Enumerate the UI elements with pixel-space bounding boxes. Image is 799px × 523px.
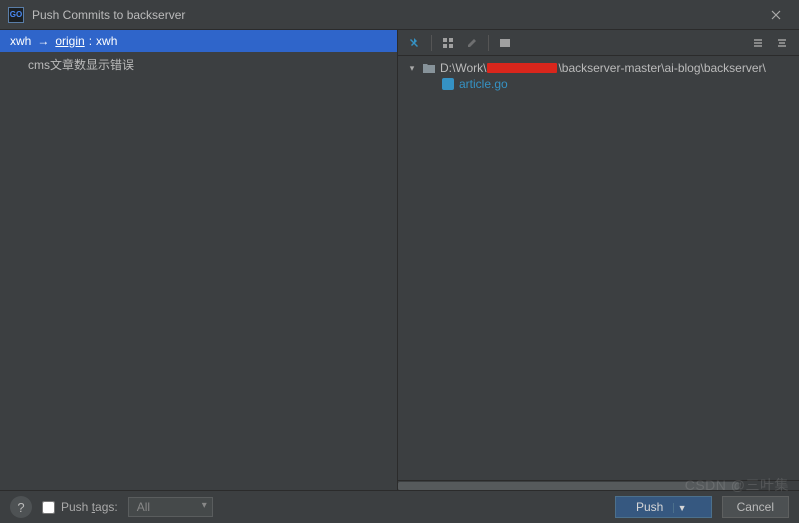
commits-panel: xwh → origin : xwh cms文章数显示错误: [0, 30, 398, 490]
remote-branch: xwh: [96, 34, 117, 48]
horizontal-scrollbar[interactable]: [398, 480, 799, 490]
edit-icon: [466, 37, 478, 49]
push-tags-label: Push tags:: [61, 500, 118, 514]
file-name: article.go: [459, 77, 508, 91]
path-prefix: D:\Work\: [440, 61, 486, 75]
pin-icon: [409, 37, 421, 49]
push-tags-checkbox[interactable]: Push tags:: [42, 500, 118, 514]
content-area: xwh → origin : xwh cms文章数显示错误: [0, 30, 799, 490]
collapse-all-button[interactable]: [771, 32, 793, 54]
group-button[interactable]: [437, 32, 459, 54]
file-tree[interactable]: ▾ D:\Work\ \backserver-master\ai-blog\ba…: [398, 56, 799, 480]
push-button[interactable]: Push ▼: [615, 496, 712, 518]
window-title: Push Commits to backserver: [32, 8, 761, 22]
edit-button[interactable]: [461, 32, 483, 54]
push-button-label: Push: [636, 500, 663, 514]
arrow-icon: →: [37, 34, 49, 48]
toolbar-separator: [431, 35, 432, 51]
files-toolbar: [398, 30, 799, 56]
title-bar: GO Push Commits to backserver: [0, 0, 799, 30]
help-button[interactable]: ?: [10, 496, 32, 518]
push-dropdown-arrow[interactable]: ▼: [673, 503, 691, 513]
colon: :: [89, 34, 92, 48]
preview-icon: [499, 37, 511, 49]
preview-button[interactable]: [494, 32, 516, 54]
remote-name[interactable]: origin: [55, 34, 84, 48]
tree-folder-row[interactable]: ▾ D:\Work\ \backserver-master\ai-blog\ba…: [406, 60, 791, 76]
files-panel: ▾ D:\Work\ \backserver-master\ai-blog\ba…: [398, 30, 799, 490]
expand-icon: [752, 37, 764, 49]
redacted-segment: [487, 63, 557, 73]
footer: ? Push tags: All Push ▼ Cancel: [0, 490, 799, 523]
branch-row[interactable]: xwh → origin : xwh: [0, 30, 397, 52]
close-icon: [771, 10, 781, 20]
go-file-icon: [442, 78, 454, 90]
grid-icon: [442, 37, 454, 49]
commit-item[interactable]: cms文章数显示错误: [0, 52, 397, 77]
app-icon: GO: [8, 7, 24, 23]
expand-all-button[interactable]: [747, 32, 769, 54]
chevron-down-icon[interactable]: ▾: [406, 63, 418, 74]
collapse-icon: [776, 37, 788, 49]
path-suffix: \backserver-master\ai-blog\backserver\: [558, 61, 765, 75]
push-tags-select[interactable]: All: [128, 497, 213, 517]
pin-button[interactable]: [404, 32, 426, 54]
local-branch: xwh: [10, 34, 31, 48]
push-tags-input[interactable]: [42, 501, 55, 514]
close-button[interactable]: [761, 0, 791, 30]
scrollbar-thumb[interactable]: [398, 482, 739, 490]
toolbar-separator: [488, 35, 489, 51]
cancel-button[interactable]: Cancel: [722, 496, 789, 518]
folder-icon: [422, 62, 436, 74]
tree-file-row[interactable]: article.go: [406, 76, 791, 92]
